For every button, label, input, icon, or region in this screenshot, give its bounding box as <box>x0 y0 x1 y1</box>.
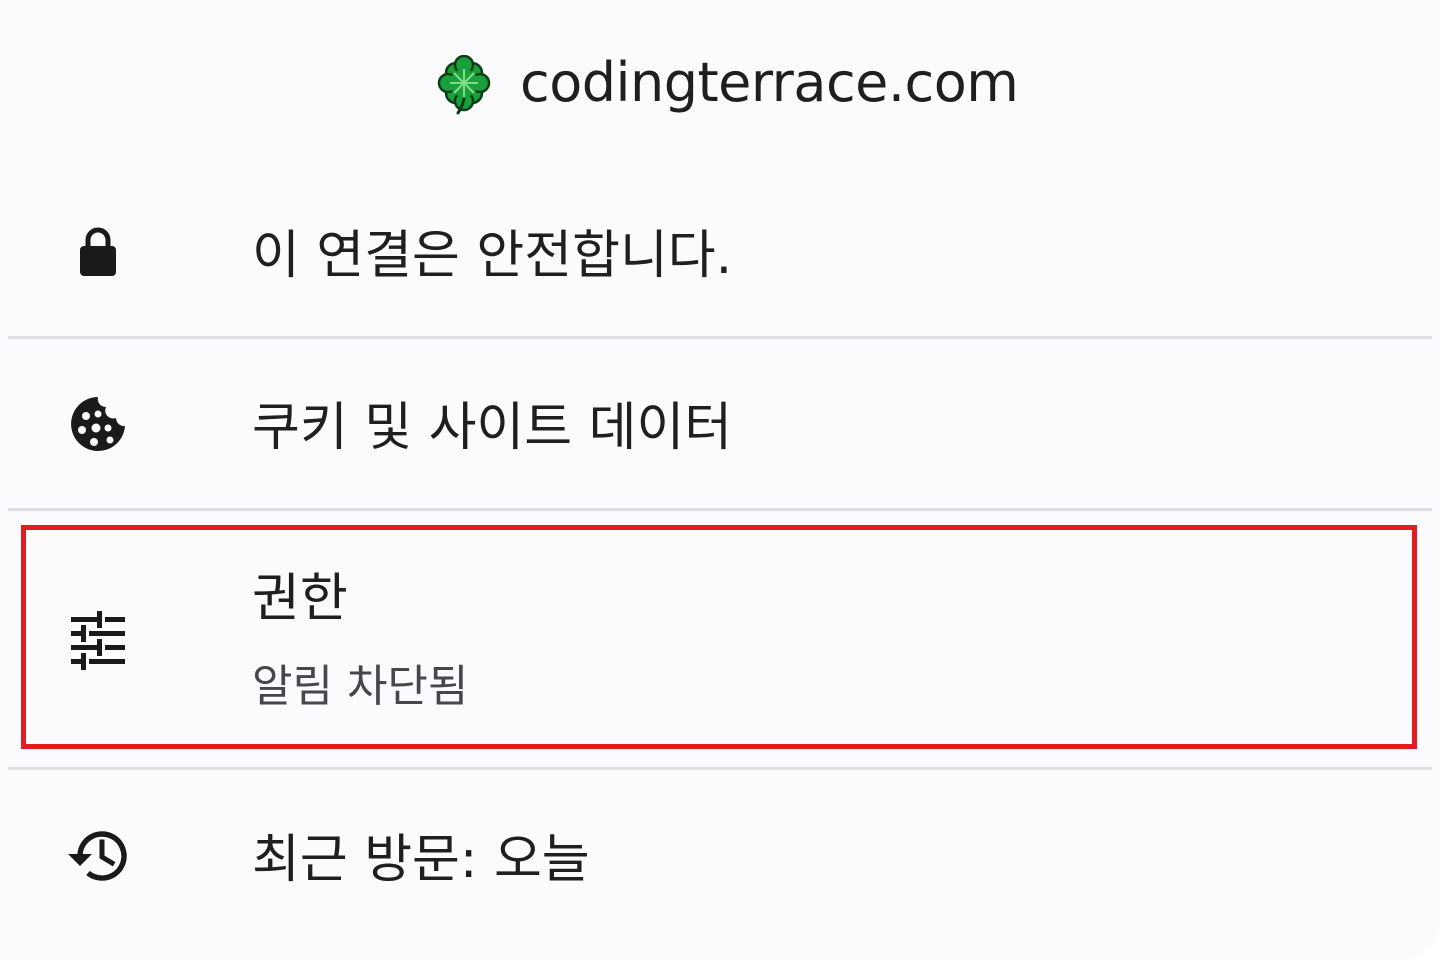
cookies-label: 쿠키 및 사이트 데이터 <box>252 398 733 458</box>
four-leaf-clover-icon <box>437 55 491 115</box>
connection-security-label: 이 연결은 안전합니다. <box>252 226 733 286</box>
divider <box>8 508 1432 511</box>
highlight-box <box>21 525 1417 749</box>
divider <box>8 336 1432 339</box>
last-visited-row[interactable]: 최근 방문: 오늘 <box>0 772 1440 960</box>
connection-security-row[interactable]: 이 연결은 안전합니다. <box>0 190 1440 335</box>
lock-icon <box>80 227 116 276</box>
last-visited-label: 최근 방문: 오늘 <box>252 830 590 890</box>
site-domain: codingterrace.com <box>520 51 1019 114</box>
history-icon <box>68 831 127 881</box>
divider <box>8 767 1432 770</box>
cookie-icon <box>71 397 125 451</box>
site-header: codingterrace.com <box>0 0 1440 170</box>
cookies-row[interactable]: 쿠키 및 사이트 데이터 <box>0 340 1440 508</box>
site-info-panel: codingterrace.com 이 연결은 안전합니다. 쿠키 및 사이트 … <box>0 0 1440 960</box>
